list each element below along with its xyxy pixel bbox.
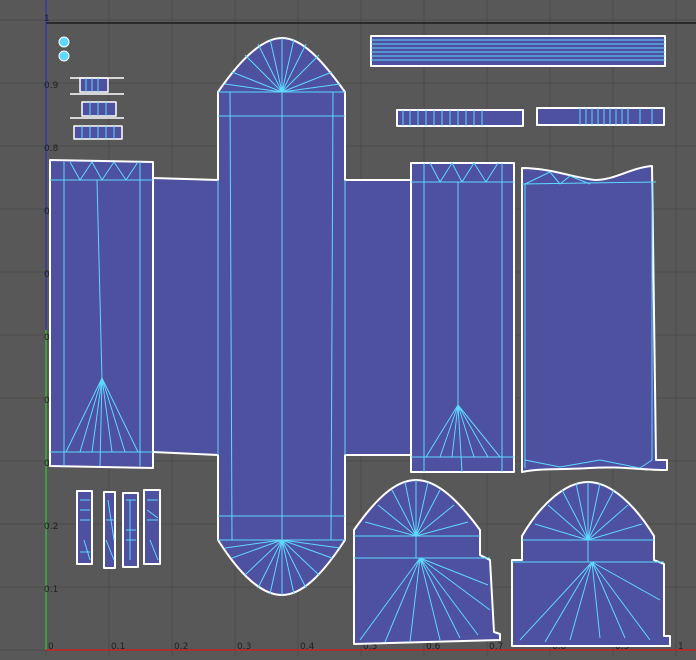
uv-island-strip-b[interactable] (536, 107, 665, 126)
uv-canvas[interactable]: 10.90.80.70.60.50.40.30.20.1 00.10.20.30… (0, 0, 696, 656)
u-axis-tick-label: 0.6 (426, 642, 441, 652)
v-axis-tick-label: 0.1 (44, 585, 58, 595)
v-axis-tick-label: 0.8 (44, 144, 59, 154)
v-axis-tick-label: 1 (44, 14, 50, 24)
uv-island-left-panel[interactable] (49, 159, 154, 469)
u-axis-tick-label: 0 (48, 642, 54, 652)
u-axis-tick-label: 1 (678, 642, 684, 652)
uv-editor-viewport[interactable]: 10.90.80.70.60.50.40.30.20.1 00.10.20.30… (0, 0, 696, 656)
uv-island-right-panel[interactable] (410, 162, 515, 473)
u-axis-tick-label: 0.4 (300, 642, 315, 652)
uv-island-far-right-panel[interactable] (521, 165, 668, 473)
v-axis-tick-label: 0.2 (44, 522, 58, 532)
u-axis-tick-label: 0.1 (111, 642, 125, 652)
uv-island-top-strip[interactable] (370, 35, 666, 67)
u-axis-tick-label: 0.3 (237, 642, 251, 652)
u-axis-tick-label: 0.7 (489, 642, 503, 652)
v-axis-tick-label: 0.9 (44, 81, 59, 91)
uv-island-strip-a[interactable] (396, 109, 524, 127)
u-axis-tick-label: 0.2 (174, 642, 188, 652)
